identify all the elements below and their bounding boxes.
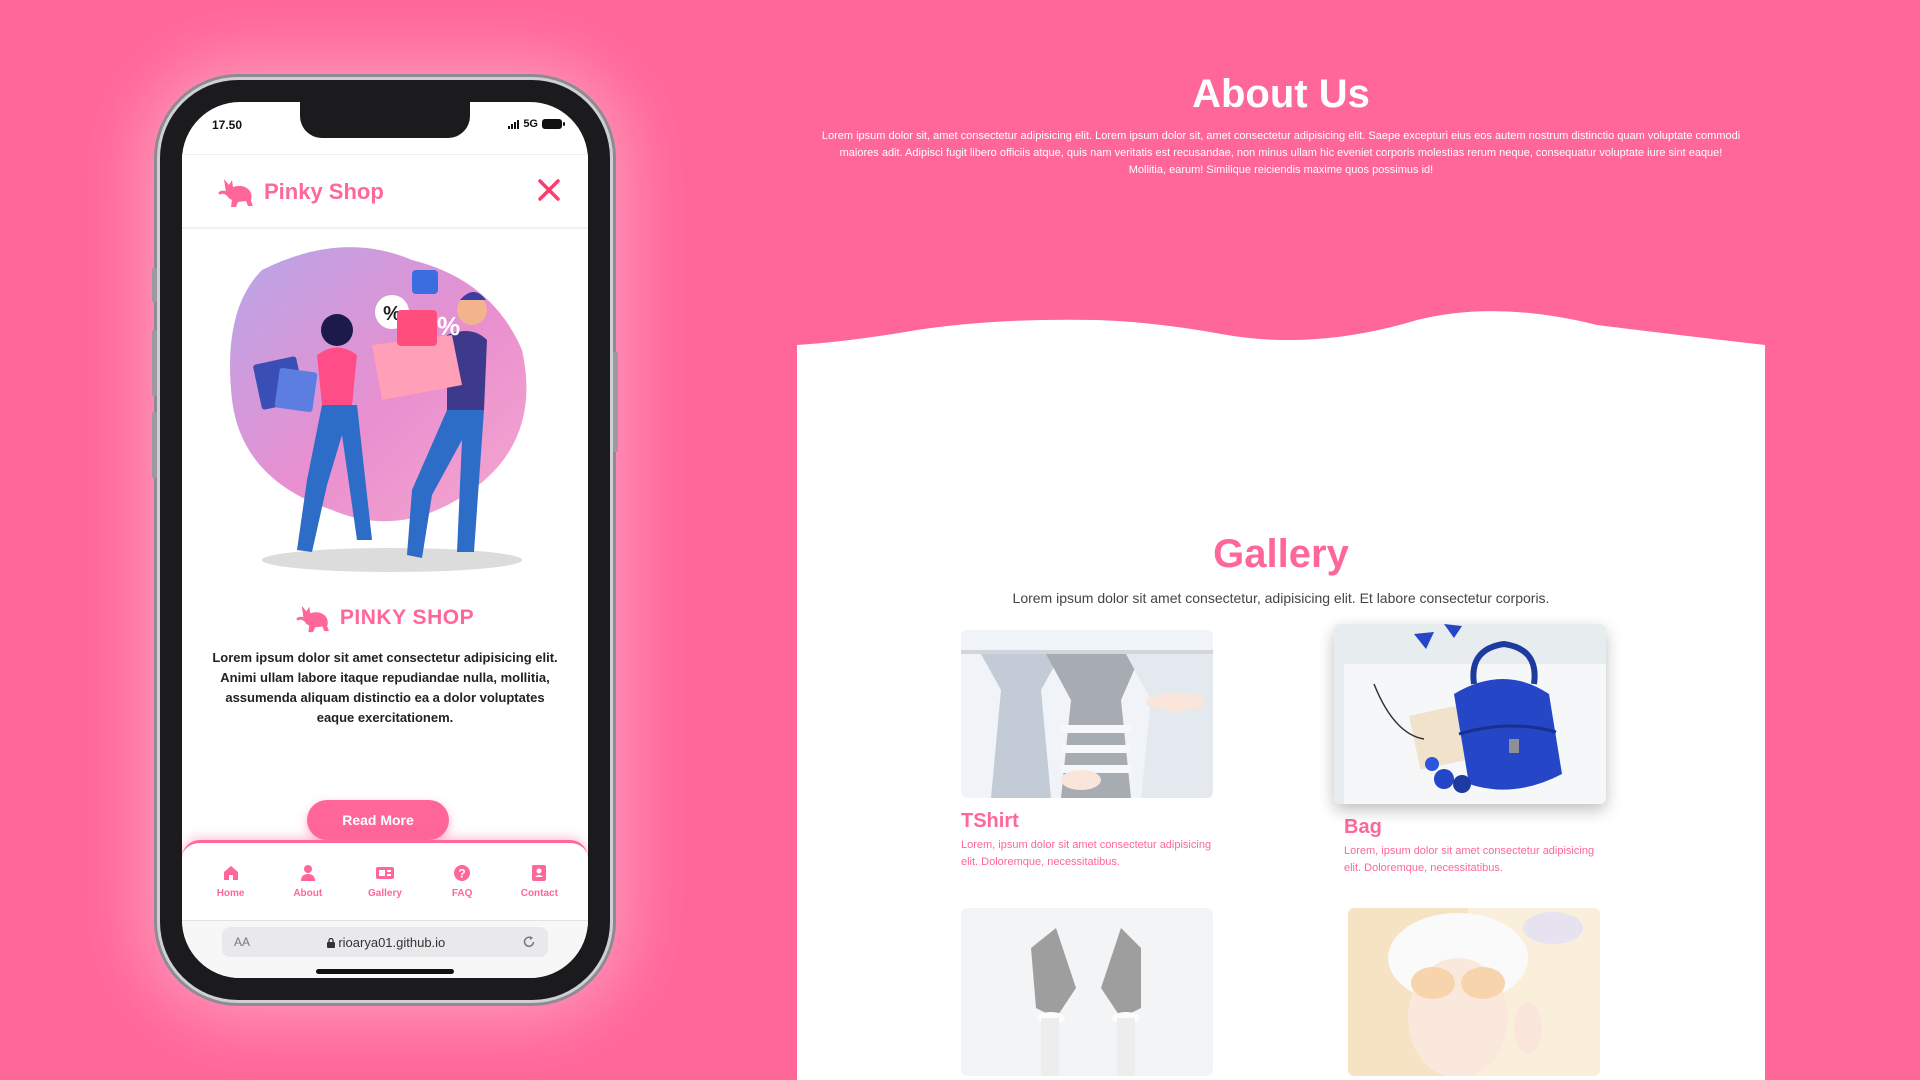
about-section: About Us Lorem ipsum dolor sit, amet con… bbox=[797, 0, 1765, 360]
status-indicators: 5G bbox=[508, 118, 565, 130]
app-header: Pinky Shop bbox=[182, 154, 588, 229]
card-text-tshirt: Lorem, ipsum dolor sit amet consectetur … bbox=[961, 839, 1212, 868]
website-preview: About Us Lorem ipsum dolor sit, amet con… bbox=[797, 0, 1765, 1080]
card-title-bag: Bag bbox=[1344, 816, 1382, 838]
phone-mockup: 17.50 5G Pinky Shop % % PINKY SHOP Lorem… bbox=[152, 80, 618, 1000]
showcase-canvas: 17.50 5G Pinky Shop % % PINKY SHOP Lorem… bbox=[0, 0, 1920, 1080]
home-indicator bbox=[316, 969, 454, 974]
brand-name: Pinky Shop bbox=[264, 179, 384, 204]
power-button bbox=[613, 352, 618, 452]
nav-label-about: About bbox=[293, 888, 323, 899]
cat-logo-icon bbox=[296, 605, 329, 633]
cat-logo-icon bbox=[218, 179, 253, 207]
caption-brand: PINKY SHOP bbox=[296, 602, 474, 634]
bag-image bbox=[1334, 624, 1606, 804]
nav-label-contact: Contact bbox=[520, 888, 558, 899]
about-title: About Us bbox=[1192, 72, 1370, 116]
bottom-navigation: Home About Gallery ? FAQ Contact bbox=[182, 840, 588, 920]
question-icon: ? bbox=[454, 865, 471, 881]
nav-item-about[interactable]: About bbox=[278, 864, 338, 899]
svg-text:?: ? bbox=[458, 867, 465, 881]
gallery-card-shoes[interactable] bbox=[961, 908, 1221, 1076]
brand-logo[interactable]: Pinky Shop bbox=[218, 175, 384, 209]
tshirt-image bbox=[961, 630, 1213, 798]
reload-icon[interactable] bbox=[522, 935, 536, 949]
home-icon bbox=[223, 866, 238, 880]
browser-toolbar: AA rioarya01.github.io bbox=[182, 920, 588, 978]
hero-caption: PINKY SHOP Lorem ipsum dolor sit amet co… bbox=[182, 602, 588, 728]
volume-down-button bbox=[152, 412, 157, 478]
volume-up-button bbox=[152, 330, 157, 396]
gallery-subtitle: Lorem ipsum dolor sit amet consectetur, … bbox=[1012, 590, 1550, 606]
nav-label-gallery: Gallery bbox=[368, 888, 402, 899]
caption-text: Lorem ipsum dolor sit amet consectetur a… bbox=[212, 650, 558, 725]
nav-item-home[interactable]: Home bbox=[201, 864, 261, 899]
gallery-card-bag[interactable]: Bag Lorem, ipsum dolor sit amet consecte… bbox=[1334, 624, 1606, 877]
url-bar[interactable]: AA rioarya01.github.io bbox=[222, 927, 548, 957]
signal-icon bbox=[508, 119, 520, 129]
nav-item-contact[interactable]: Contact bbox=[509, 864, 569, 899]
about-text: Lorem ipsum dolor sit, amet consectetur … bbox=[821, 130, 1741, 176]
caption-brand-name: PINKY SHOP bbox=[339, 606, 475, 629]
mute-switch bbox=[152, 268, 157, 302]
gallery-card-sunglasses[interactable] bbox=[1348, 908, 1608, 1076]
contact-icon bbox=[532, 865, 547, 881]
shopping-illustration: % % bbox=[230, 247, 527, 572]
about-wave-background bbox=[797, 0, 1765, 345]
battery-icon bbox=[542, 119, 565, 129]
user-icon bbox=[300, 865, 315, 881]
nav-label-home: Home bbox=[216, 888, 245, 899]
status-bar: 17.50 5G bbox=[182, 102, 588, 152]
reader-options-button[interactable]: AA bbox=[234, 935, 250, 949]
shoes-image bbox=[961, 908, 1213, 1076]
svg-text:%: % bbox=[437, 311, 460, 341]
read-more-button[interactable]: Read More bbox=[307, 800, 449, 840]
close-icon[interactable] bbox=[534, 175, 564, 205]
lock-icon bbox=[326, 937, 335, 948]
nav-item-faq[interactable]: ? FAQ bbox=[432, 864, 492, 899]
nav-label-faq: FAQ bbox=[451, 888, 473, 899]
status-time: 17.50 bbox=[212, 118, 243, 132]
url-value: rioarya01.github.io bbox=[338, 934, 446, 950]
phone-screen: 17.50 5G Pinky Shop % % PINKY SHOP Lorem… bbox=[182, 102, 588, 978]
nav-item-gallery[interactable]: Gallery bbox=[355, 864, 415, 899]
sunglasses-image bbox=[1348, 908, 1600, 1076]
network-label: 5G bbox=[523, 118, 538, 130]
notch bbox=[300, 102, 470, 138]
gallery-title: Gallery bbox=[1213, 532, 1349, 576]
url-text: rioarya01.github.io bbox=[250, 935, 522, 950]
gallery-card-tshirt[interactable]: TShirt Lorem, ipsum dolor sit amet conse… bbox=[961, 630, 1221, 871]
card-title-tshirt: TShirt bbox=[961, 810, 1019, 832]
gallery-icon bbox=[375, 867, 394, 879]
card-text-bag: Lorem, ipsum dolor sit amet consectetur … bbox=[1344, 845, 1595, 874]
